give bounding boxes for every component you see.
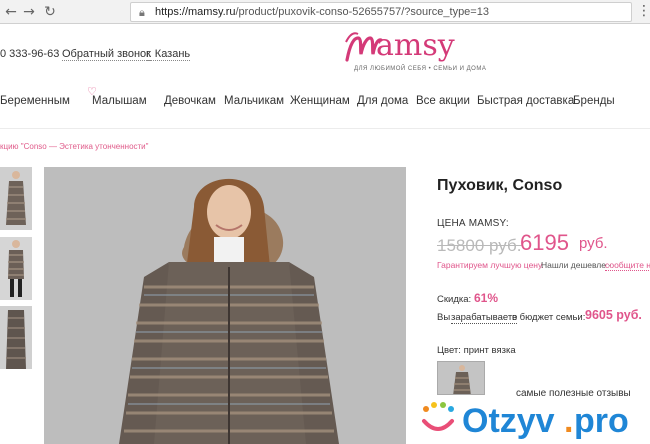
report-cheaper-link[interactable]: сообщите н xyxy=(605,260,650,271)
back-arrow-icon[interactable]: ← xyxy=(2,3,20,21)
reload-icon[interactable]: ↻ xyxy=(41,3,59,21)
forward-arrow-icon[interactable]: → xyxy=(20,3,38,21)
discount-value: 61% xyxy=(474,291,499,305)
browser-toolbar: ← → ↻ 🔒︎ https://mamsy.ru/product/puxovi… xyxy=(0,0,650,24)
savings-suffix: в бюджет семьи: xyxy=(512,312,586,323)
nav-item-pregnant[interactable]: Беременным xyxy=(0,95,70,107)
nav-item-brands[interactable]: Бренды xyxy=(573,95,615,107)
svg-text:.: . xyxy=(564,402,573,440)
savings-prefix: Вы xyxy=(437,312,451,323)
product-thumbnail[interactable] xyxy=(0,306,32,369)
product-title: Пуховик, Conso xyxy=(437,177,563,194)
url-text[interactable]: https://mamsy.ru/product/puxovik-conso-5… xyxy=(155,6,489,18)
address-bar[interactable]: 🔒︎ https://mamsy.ru/product/puxovik-cons… xyxy=(130,2,632,22)
nav-item-women[interactable]: Женщинам xyxy=(290,95,350,107)
menu-dots-icon[interactable]: ⋮ xyxy=(637,2,650,20)
savings-value: 9605 руб. xyxy=(585,308,642,322)
breadcrumb[interactable]: кцию "Conso — Эстетика утонченности" xyxy=(0,142,149,151)
nav-item-home[interactable]: Для дома xyxy=(357,95,408,107)
new-price-currency: руб. xyxy=(579,235,608,252)
color-label: Цвет: принт вязка xyxy=(437,345,516,356)
product-main-image[interactable] xyxy=(44,167,406,444)
callback-link[interactable]: Обратный звонок xyxy=(62,48,151,61)
phone-number[interactable]: 0 333-96-63 xyxy=(0,48,59,60)
lock-icon: 🔒︎ xyxy=(139,6,145,19)
main-nav: Беременным Малышам Девочкам Мальчикам Же… xyxy=(0,95,650,113)
product-thumbnail[interactable] xyxy=(0,237,32,300)
mamsy-logo[interactable]: amsy ДЛЯ ЛЮБИМОЙ СЕБЯ • СЕМЬИ И ДОМА xyxy=(340,26,486,78)
logo-word: amsy xyxy=(376,28,455,63)
discount-label: Скидка: xyxy=(437,294,472,305)
best-price-guarantee[interactable]: Гарантируем лучшую цену. xyxy=(437,260,544,270)
nav-item-girls[interactable]: Девочкам xyxy=(164,95,216,107)
savings-link[interactable]: зарабатываете xyxy=(451,312,518,324)
svg-text:pro: pro xyxy=(574,402,629,440)
nav-item-sales[interactable]: Все акции xyxy=(416,95,470,107)
logo-tagline: ДЛЯ ЛЮБИМОЙ СЕБЯ • СЕМЬИ И ДОМА xyxy=(354,66,487,72)
city-selector[interactable]: г. Казань xyxy=(146,48,191,61)
old-price: 15800 руб. xyxy=(437,236,522,255)
nav-item-boys[interactable]: Мальчикам xyxy=(224,95,284,107)
found-cheaper-text: Нашли дешевле - xyxy=(541,260,612,270)
product-thumbnail[interactable] xyxy=(0,167,32,230)
new-price: 6195 xyxy=(520,230,569,255)
svg-text:Otzyv: Otzyv xyxy=(462,402,555,440)
color-swatch[interactable] xyxy=(437,361,485,395)
header-divider xyxy=(0,128,650,129)
nav-item-fast-delivery[interactable]: Быстрая доставка xyxy=(477,95,574,107)
otzyv-watermark-logo: Otzyv . pro xyxy=(418,396,650,442)
nav-item-babies[interactable]: Малышам xyxy=(92,95,147,107)
price-label: ЦЕНА MAMSY: xyxy=(437,218,509,229)
